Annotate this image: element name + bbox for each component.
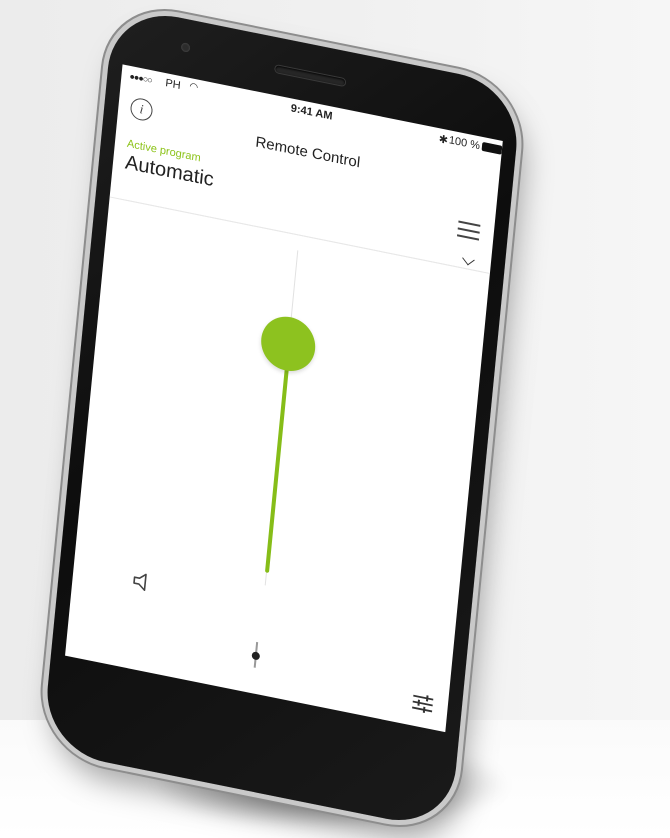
- signal-icon: ●●●○○: [129, 70, 153, 86]
- carrier-label: PH: [164, 77, 182, 93]
- phone-device: ●●●○○ PH ◠ 9:41 AM ✱ 100 % i Remote Cont…: [41, 4, 523, 832]
- balance-marker[interactable]: [253, 641, 259, 668]
- earpiece-speaker: [275, 65, 346, 87]
- volume-slider-thumb[interactable]: [258, 312, 318, 377]
- phone-body: ●●●○○ PH ◠ 9:41 AM ✱ 100 % i Remote Cont…: [41, 4, 523, 832]
- menu-icon[interactable]: [456, 220, 481, 242]
- app-screen: ●●●○○ PH ◠ 9:41 AM ✱ 100 % i Remote Cont…: [65, 64, 503, 733]
- status-time: 9:41 AM: [290, 102, 333, 123]
- camera-icon: [180, 42, 191, 53]
- wifi-icon: ◠: [188, 80, 199, 94]
- speaker-icon[interactable]: [130, 569, 154, 595]
- battery-icon: [481, 141, 503, 155]
- settings-sliders-icon[interactable]: [411, 691, 435, 715]
- battery-percent: 100 %: [448, 134, 481, 153]
- volume-slider-fill: [264, 344, 292, 574]
- bluetooth-icon: ✱: [438, 133, 449, 147]
